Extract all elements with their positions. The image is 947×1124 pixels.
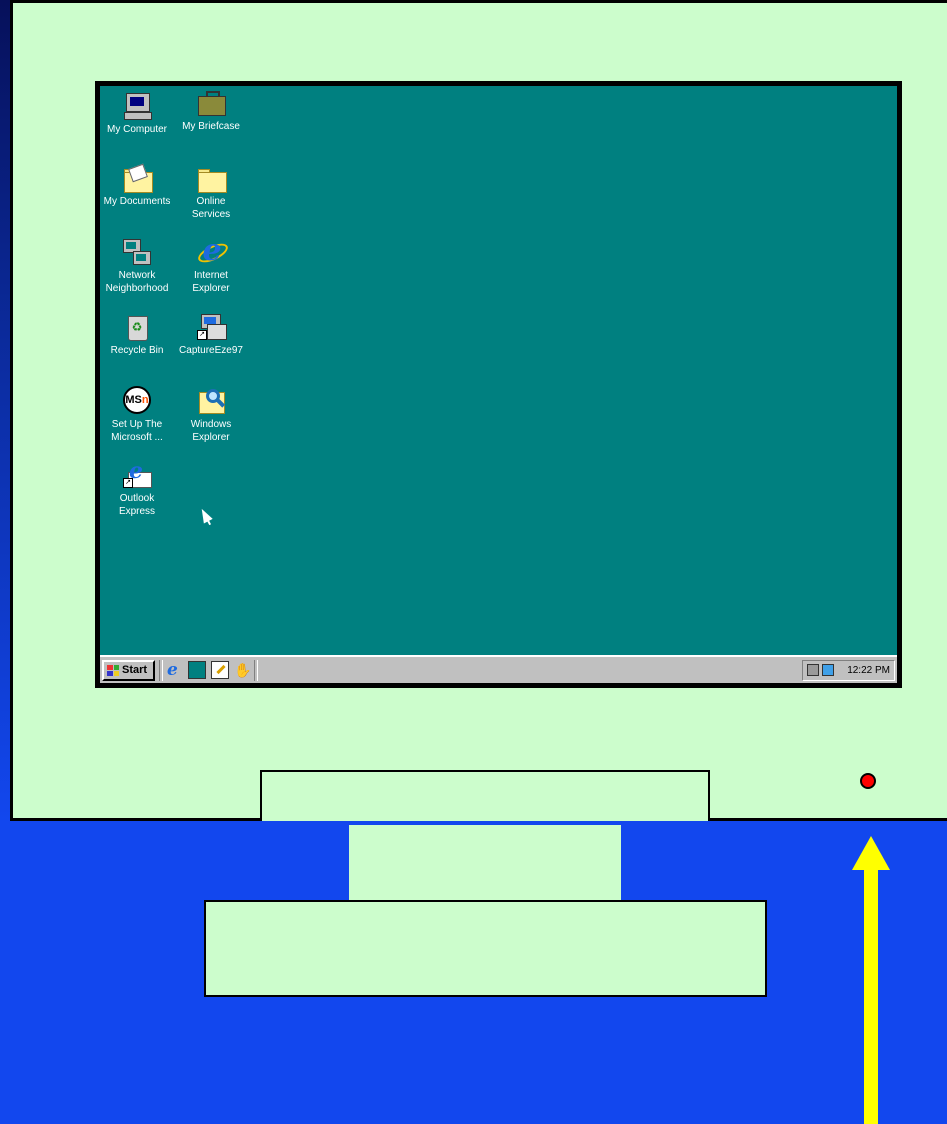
desktop-icon-label: Network Neighborhood xyxy=(105,270,169,294)
system-tray: 12:22 PM xyxy=(802,659,895,681)
windows-desktop[interactable]: My Computer My Briefcase My Documents On… xyxy=(100,86,897,683)
monitor-bezel: My Computer My Briefcase My Documents On… xyxy=(10,0,947,821)
online-services-icon xyxy=(195,163,227,193)
scheduler-icon[interactable] xyxy=(807,664,819,676)
internet-explorer-icon[interactable]: e xyxy=(167,662,183,679)
desktop-icon-label: Recycle Bin xyxy=(110,345,164,356)
my-briefcase-icon xyxy=(195,88,227,118)
monitor-front-slot xyxy=(260,770,710,821)
desktop-icon-label: CaptureEze97 xyxy=(179,345,243,356)
desktop-icon-windows-explorer[interactable]: Windows Explorer xyxy=(174,386,248,444)
quick-launch-toolbar: e ✋ xyxy=(167,661,251,679)
desktop-icon-outlook-express[interactable]: e ↗ Outlook Express xyxy=(100,458,174,518)
desktop-icon-recycle-bin[interactable]: ♻ Recycle Bin xyxy=(100,312,174,357)
desktop-icon-label: Internet Explorer xyxy=(192,270,230,294)
monitor-stand-base xyxy=(204,900,767,997)
desktop-icon-msn-setup[interactable]: MSn Set Up The Microsoft ... xyxy=(100,386,174,444)
network-neighborhood-icon xyxy=(121,237,153,267)
arrow-head-icon xyxy=(852,836,890,870)
desktop-icon-my-briefcase[interactable]: My Briefcase xyxy=(174,88,248,133)
desktop-icon-my-computer[interactable]: My Computer xyxy=(100,91,174,136)
network-icon[interactable] xyxy=(822,664,834,676)
my-documents-icon xyxy=(121,163,153,193)
taskbar-clock[interactable]: 12:22 PM xyxy=(847,665,890,676)
desktop-icon-online-services[interactable]: Online Services xyxy=(174,163,248,221)
monitor-screen: My Computer My Briefcase My Documents On… xyxy=(95,81,902,688)
edit-icon[interactable] xyxy=(211,661,229,679)
outlook-express-icon: e ↗ xyxy=(121,458,153,490)
channels-icon[interactable]: ✋ xyxy=(234,662,251,678)
desktop-icon-label: My Computer xyxy=(106,124,167,135)
monitor-neck xyxy=(349,825,621,903)
start-label: Start xyxy=(122,664,148,676)
desktop-icon-network-neighborhood[interactable]: Network Neighborhood xyxy=(100,237,174,295)
captureeze97-icon: ↗ xyxy=(195,312,227,342)
taskbar-separator xyxy=(254,659,258,681)
recycle-bin-icon: ♻ xyxy=(121,312,153,342)
yellow-arrow xyxy=(864,868,878,1124)
internet-explorer-icon: e xyxy=(195,236,231,267)
desktop-icon-label: Windows Explorer xyxy=(190,419,232,443)
taskbar-separator xyxy=(159,659,163,681)
taskbar: Start e ✋ 12:22 PM xyxy=(100,655,897,683)
desktop-icon-label: Outlook Express xyxy=(118,493,156,517)
windows-logo-icon xyxy=(107,664,119,676)
desktop-icon-label: Set Up The Microsoft ... xyxy=(111,419,163,443)
desktop-icon-internet-explorer[interactable]: e Internet Explorer xyxy=(174,236,248,295)
desktop-icon-label: My Briefcase xyxy=(182,121,240,132)
desktop-icon-label: Online Services xyxy=(191,196,231,220)
show-desktop-icon[interactable] xyxy=(188,661,206,679)
desktop-icon-my-documents[interactable]: My Documents xyxy=(100,163,174,208)
windows-explorer-icon xyxy=(195,386,227,416)
mouse-pointer-icon xyxy=(197,506,213,524)
msn-icon: MSn xyxy=(121,386,153,416)
desktop-icon-label: My Documents xyxy=(103,196,171,207)
start-button[interactable]: Start xyxy=(102,659,155,681)
desktop-icon-captureeze97[interactable]: ↗ CaptureEze97 xyxy=(174,312,248,357)
power-led xyxy=(860,773,876,789)
my-computer-icon xyxy=(121,91,153,121)
